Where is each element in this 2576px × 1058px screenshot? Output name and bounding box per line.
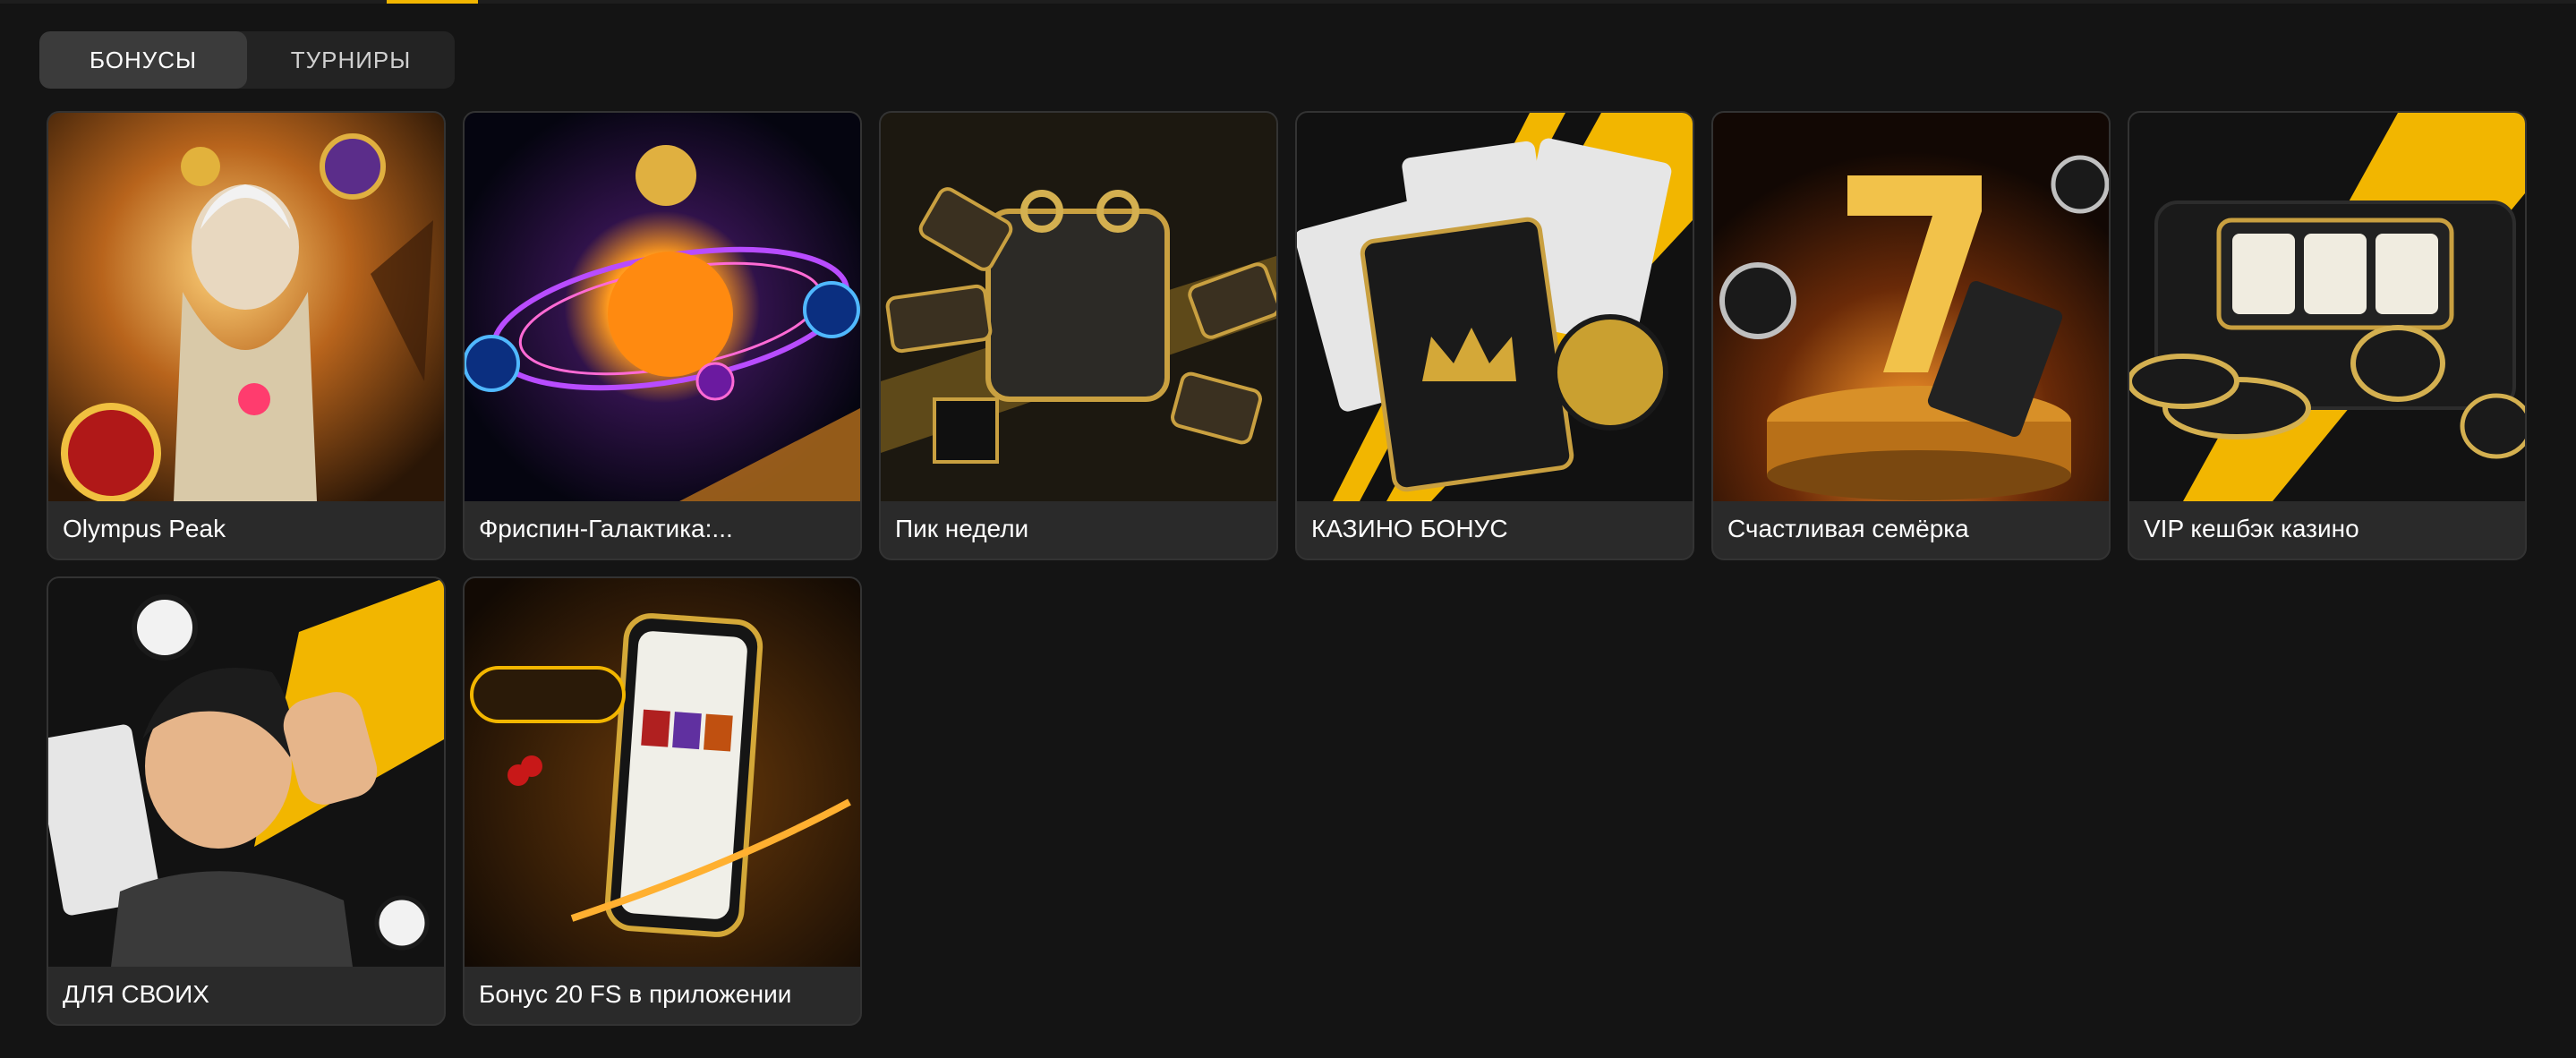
bonus-card-for-friends[interactable]: ДЛЯ СВОИХ [47, 576, 446, 1026]
card-title: Бонус 20 FS в приложении [479, 980, 792, 1008]
card-title: Фриспин-Галактика:... [479, 515, 733, 542]
card-title: VIP кешбэк казино [2144, 515, 2359, 542]
bonus-card-week-peak[interactable]: Пик недели [879, 111, 1278, 560]
bonus-card-casino-bonus[interactable]: КАЗИНО БОНУС [1295, 111, 1694, 560]
card-title: Пик недели [895, 515, 1029, 542]
thumbs-up-man-image [48, 578, 444, 967]
golden-seven-image [1713, 113, 2109, 501]
slot-777-image [2129, 113, 2525, 501]
wednesday-calendar-image [881, 113, 1276, 501]
card-title: КАЗИНО БОНУС [1311, 515, 1508, 542]
bonus-tabs: БОНУСЫ ТУРНИРЫ [39, 31, 455, 89]
phone-app-bonus-image [465, 578, 860, 967]
bonus-card-vip-cashback[interactable]: VIP кешбэк казино [2128, 111, 2527, 560]
tab-bonuses[interactable]: БОНУСЫ [39, 31, 247, 89]
zeus-olympus-image [48, 113, 444, 501]
bonus-card-olympus-peak[interactable]: Olympus Peak [47, 111, 446, 560]
card-title: Счастливая семёрка [1727, 515, 1969, 542]
bonus-card-freespin-galaxy[interactable]: Фриспин-Галактика:... [463, 111, 862, 560]
aces-crown-image [1297, 113, 1693, 501]
bonus-card-app-20fs[interactable]: Бонус 20 FS в приложении [463, 576, 862, 1026]
active-nav-indicator [387, 0, 478, 4]
bonus-card-lucky-seven[interactable]: Счастливая семёрка [1711, 111, 2111, 560]
card-title: ДЛЯ СВОИХ [63, 980, 209, 1008]
tab-tournaments[interactable]: ТУРНИРЫ [247, 31, 455, 89]
card-title: Olympus Peak [63, 515, 226, 542]
galaxy-sun-image [465, 113, 860, 501]
